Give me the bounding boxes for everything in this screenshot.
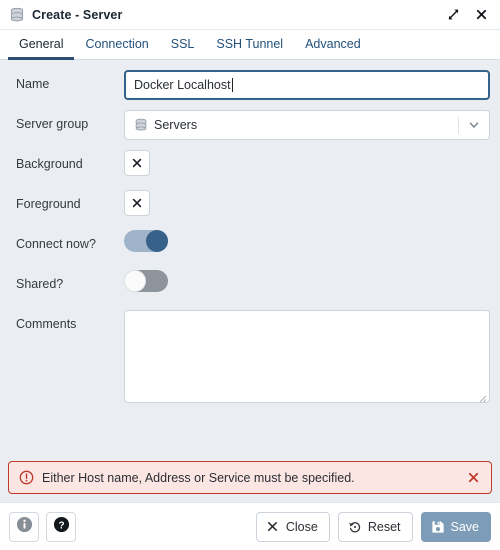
close-button[interactable]: Close	[255, 511, 330, 542]
name-label: Name	[16, 77, 50, 91]
close-icon	[132, 158, 142, 168]
tab-bar: General Connection SSL SSH Tunnel Advanc…	[0, 30, 500, 60]
title-bar: Create - Server	[0, 0, 500, 30]
expand-diagonal-icon[interactable]	[443, 5, 463, 25]
comments-field-wrap	[124, 310, 492, 403]
text-caret	[231, 78, 233, 92]
tab-advanced[interactable]: Advanced	[294, 31, 372, 60]
chevron-down-icon[interactable]	[459, 119, 489, 131]
field-row-shared: Shared?	[8, 270, 492, 300]
name-input-value: Docker Localhost	[134, 78, 231, 92]
server-icon	[9, 7, 25, 23]
toggle-knob	[124, 270, 146, 292]
close-icon	[132, 198, 142, 208]
toggle-knob	[146, 230, 168, 252]
save-button-label: Save	[450, 519, 480, 534]
connect-now-field-wrap	[124, 230, 492, 252]
field-row-comments: Comments	[8, 310, 492, 403]
svg-text:?: ?	[58, 520, 64, 531]
server-group-value: Servers	[154, 118, 198, 132]
field-row-connect-now: Connect now?	[8, 230, 492, 260]
create-server-dialog: Create - Server General Connection SSL S…	[0, 0, 500, 550]
alert-container: Either Host name, Address or Service mus…	[0, 454, 500, 502]
info-button[interactable]	[9, 511, 39, 542]
reset-icon	[348, 520, 362, 534]
background-label: Background	[16, 157, 83, 171]
shared-field-wrap	[124, 270, 492, 292]
foreground-field-wrap	[124, 190, 492, 216]
close-icon	[266, 520, 280, 534]
foreground-color-picker[interactable]	[124, 190, 150, 216]
error-alert: Either Host name, Address or Service mus…	[8, 461, 492, 494]
help-button[interactable]: ?	[46, 511, 76, 542]
tab-ssh-tunnel[interactable]: SSH Tunnel	[205, 31, 294, 60]
name-input[interactable]: Docker Localhost	[124, 70, 490, 100]
shared-toggle[interactable]	[124, 270, 168, 292]
field-row-background: Background	[8, 150, 492, 180]
tab-connection[interactable]: Connection	[74, 31, 159, 60]
dialog-footer: ? Close Reset Save	[0, 502, 500, 550]
server-group-field-wrap: Servers	[124, 110, 492, 140]
reset-button[interactable]: Reset	[337, 511, 413, 542]
close-button-label: Close	[285, 519, 318, 534]
connect-now-label: Connect now?	[16, 237, 96, 251]
alert-close-icon[interactable]	[464, 469, 482, 487]
background-field-wrap	[124, 150, 492, 176]
resize-grip-icon[interactable]	[477, 390, 487, 403]
field-row-foreground: Foreground	[8, 190, 492, 220]
server-group-select[interactable]: Servers	[124, 110, 490, 140]
error-circle-icon	[19, 470, 34, 485]
tab-ssl[interactable]: SSL	[160, 31, 206, 60]
comments-label: Comments	[16, 317, 77, 331]
info-icon	[16, 516, 33, 538]
comments-textarea[interactable]	[124, 310, 490, 403]
server-group-label: Server group	[16, 117, 89, 131]
close-icon[interactable]	[471, 5, 491, 25]
tab-general[interactable]: General	[8, 31, 75, 60]
field-row-name: Name Docker Localhost	[8, 70, 492, 100]
save-button[interactable]: Save	[420, 511, 491, 542]
shared-label: Shared?	[16, 277, 64, 291]
page-title: Create - Server	[32, 7, 123, 22]
connect-now-toggle[interactable]	[124, 230, 168, 252]
reset-button-label: Reset	[367, 519, 401, 534]
save-floppy-icon	[431, 520, 445, 534]
error-message: Either Host name, Address or Service mus…	[42, 470, 355, 485]
foreground-label: Foreground	[16, 197, 81, 211]
help-icon: ?	[53, 516, 70, 538]
background-color-picker[interactable]	[124, 150, 150, 176]
field-row-server-group: Server group Servers	[8, 110, 492, 140]
server-group-icon	[134, 118, 148, 132]
general-tab-panel: Name Docker Localhost Server group Serve…	[0, 60, 500, 454]
name-field-wrap: Docker Localhost	[124, 70, 492, 100]
